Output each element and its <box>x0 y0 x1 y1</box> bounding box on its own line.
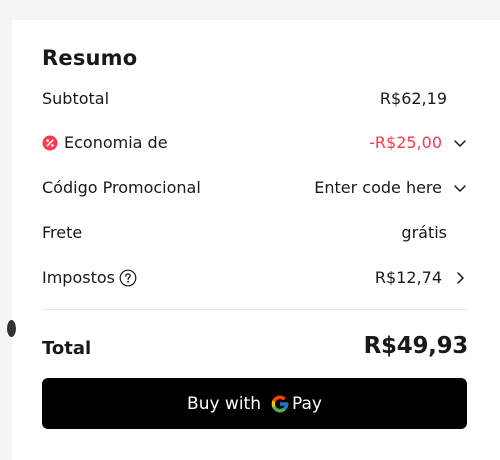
subtotal-value: R$62,19 <box>379 89 447 108</box>
savings-value: -R$25,00 <box>369 133 442 152</box>
promo-code-value[interactable]: Enter code here <box>314 175 442 201</box>
shipping-label: Frete <box>42 223 83 242</box>
gpay-brand-label: Pay <box>292 393 322 414</box>
buy-with-gpay-button[interactable]: Buy with Pay <box>42 378 467 429</box>
google-g-icon <box>271 395 289 412</box>
summary-title: Resumo <box>42 46 138 70</box>
edge-handle <box>7 320 16 337</box>
shipping-row: Frete grátis <box>42 220 468 246</box>
subtotal-row: Subtotal R$62,19 <box>42 86 468 112</box>
savings-label: Economia de <box>64 133 168 152</box>
taxes-value: R$12,74 <box>374 268 442 287</box>
summary-divider <box>42 309 468 310</box>
coin-discount-icon <box>42 135 58 151</box>
taxes-label: Impostos <box>42 268 115 287</box>
order-summary-panel: Resumo Subtotal R$62,19 Economia de -R$2… <box>7 20 500 460</box>
total-value: R$49,93 <box>363 333 469 359</box>
taxes-row[interactable]: Impostos R$12,74 <box>42 265 468 291</box>
promo-code-row[interactable]: Código Promocional Enter code here <box>42 175 468 201</box>
chevron-right-icon[interactable] <box>452 270 468 286</box>
pay-button-label: Buy with <box>187 393 261 414</box>
shipping-value: grátis <box>401 223 447 242</box>
question-circle-icon[interactable] <box>119 269 137 287</box>
total-label: Total <box>42 338 92 359</box>
savings-row[interactable]: Economia de -R$25,00 <box>42 130 468 156</box>
subtotal-label: Subtotal <box>42 89 110 108</box>
chevron-down-icon[interactable] <box>452 180 468 196</box>
promo-code-label: Código Promocional <box>42 178 201 197</box>
chevron-down-icon[interactable] <box>452 135 468 151</box>
